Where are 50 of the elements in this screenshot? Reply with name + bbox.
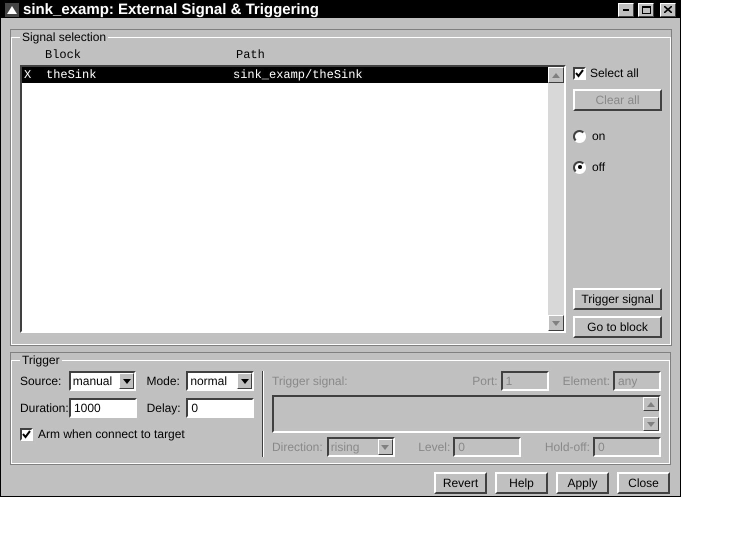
check-icon (575, 68, 584, 78)
field-label: Delay: (146, 401, 182, 415)
up-arrow-icon (647, 402, 655, 406)
field-label: Level: (418, 440, 450, 454)
input-field[interactable]: 0 (186, 398, 254, 418)
field-label: Trigger signal: (272, 374, 349, 388)
maximize-icon (642, 6, 650, 14)
maximize-button[interactable] (638, 2, 654, 16)
close-button[interactable] (660, 2, 676, 16)
dialog-button[interactable]: Help (495, 472, 548, 494)
field-label: Source: (20, 374, 62, 388)
down-arrow-icon (240, 378, 249, 384)
radio-label: on (592, 129, 606, 143)
dialog-button[interactable]: Close (617, 472, 670, 494)
column-header: Block (45, 48, 82, 62)
down-arrow-icon (122, 378, 131, 384)
checkbox[interactable] (20, 428, 33, 440)
column-header: Path (236, 48, 266, 62)
checkbox-label: Select all (590, 66, 639, 80)
action-button[interactable]: Go to block (573, 316, 662, 338)
checkbox[interactable] (573, 66, 586, 80)
field-label: Direction: (272, 440, 323, 454)
dialog-button[interactable]: Apply (556, 472, 609, 494)
radio-label: off (592, 160, 606, 174)
field-label: Hold-off: (544, 440, 590, 454)
radio-button[interactable] (573, 160, 586, 174)
checkbox-label: Arm when connect to target (38, 427, 185, 441)
check-icon (22, 430, 31, 438)
radio-button[interactable] (573, 130, 586, 142)
action-button[interactable]: Trigger signal (573, 288, 662, 310)
close-icon (664, 6, 672, 13)
dialog-button[interactable]: Revert (434, 472, 487, 494)
field-label: Port: (472, 374, 498, 388)
minimize-button[interactable] (618, 2, 634, 16)
input-field[interactable]: 1000 (69, 398, 137, 418)
down-arrow-icon (381, 444, 390, 450)
group-title: Signal selection (21, 30, 108, 44)
mode-dropdown[interactable]: normal (186, 371, 254, 391)
down-arrow-icon (552, 320, 560, 326)
app-icon (5, 2, 19, 16)
up-arrow-icon (552, 72, 560, 78)
source-dropdown[interactable]: manual (68, 371, 136, 391)
minimize-icon (623, 8, 629, 10)
field-label: Mode: (146, 374, 181, 388)
list-row[interactable]: X theSink sink_examp/theSink (22, 67, 548, 83)
down-arrow-icon (647, 422, 655, 426)
field-label: Element: (562, 374, 610, 388)
group-title: Trigger (21, 353, 61, 367)
window-title: sink_examp: External Signal & Triggering (23, 1, 320, 18)
scroll-bar[interactable] (548, 67, 564, 331)
